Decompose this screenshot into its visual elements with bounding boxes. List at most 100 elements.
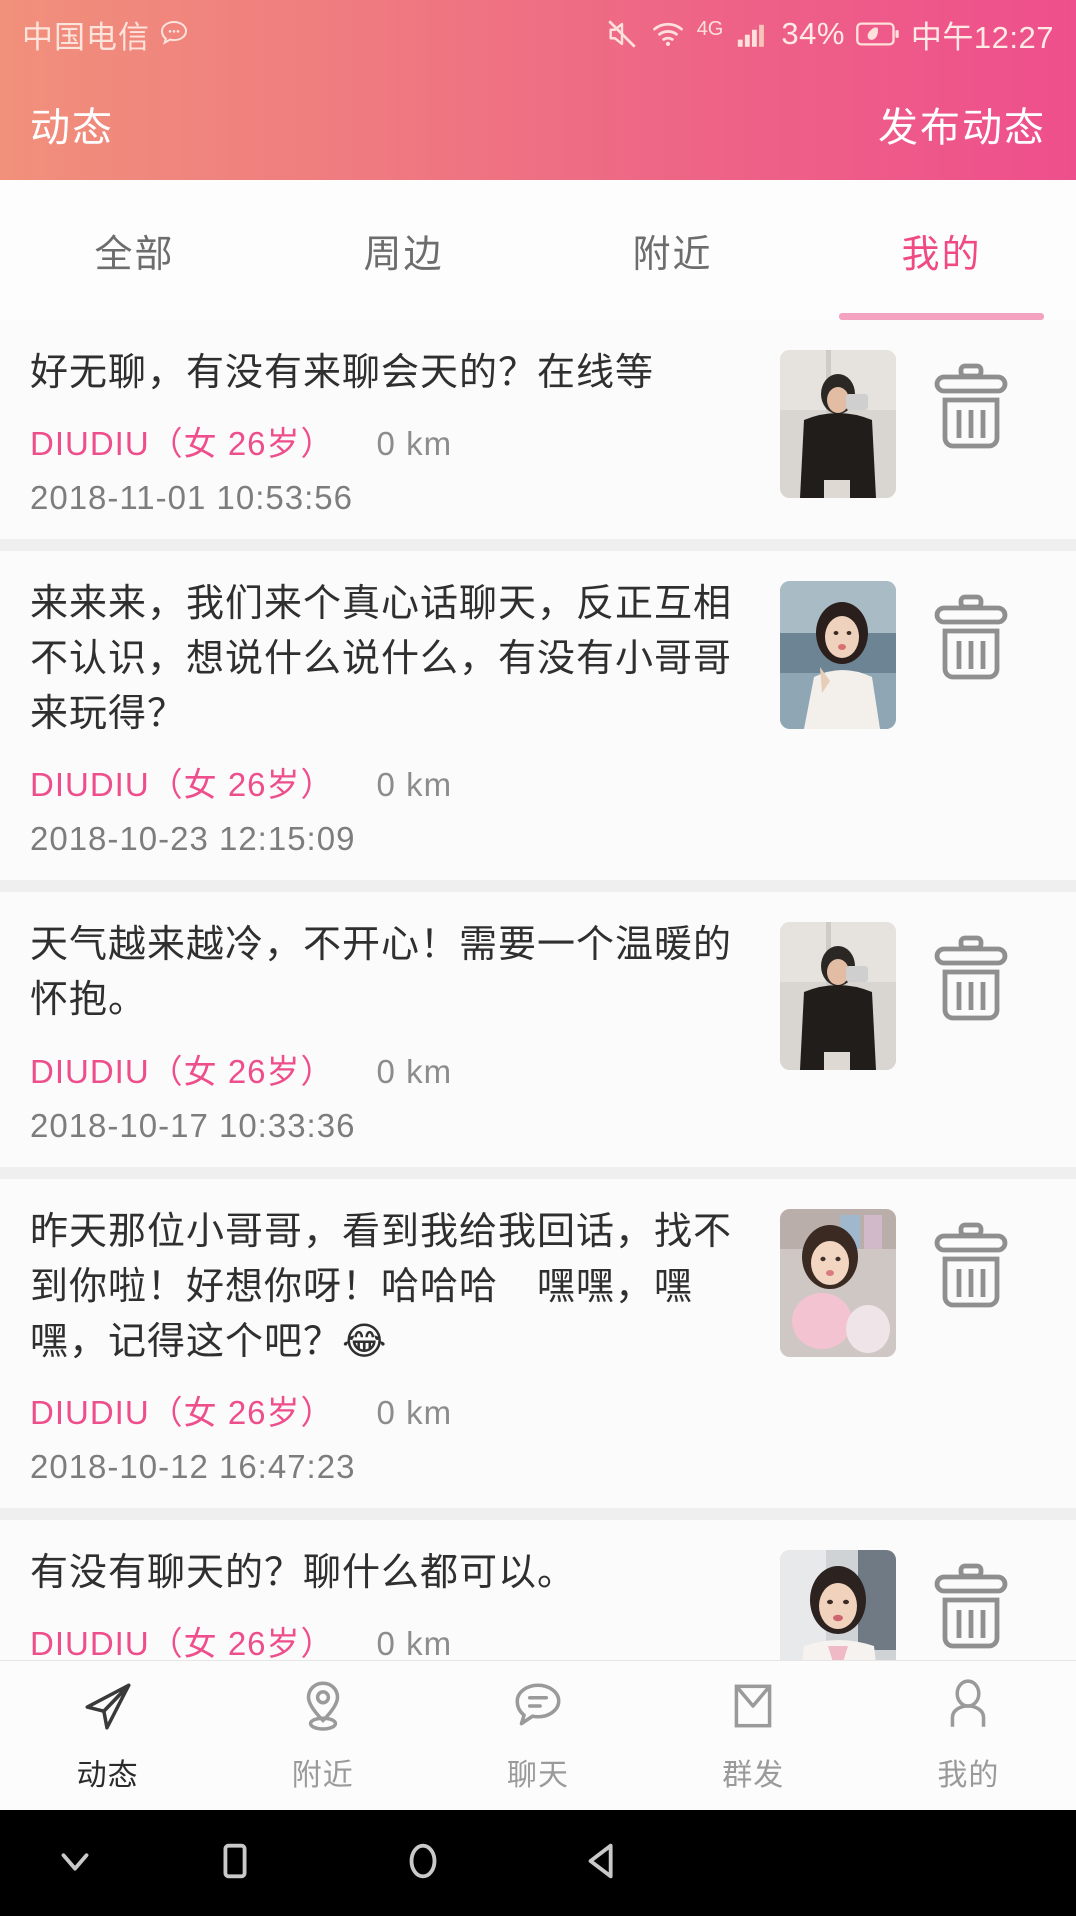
tab-mine[interactable]: 我的 bbox=[807, 180, 1076, 320]
nav-item-profile[interactable]: 我的 bbox=[861, 1677, 1076, 1794]
post-meta: DIUDIU（女 26岁） 0 km bbox=[30, 1045, 762, 1093]
post-thumbnail[interactable] bbox=[780, 1549, 896, 1660]
trash-icon bbox=[934, 1222, 1008, 1307]
tab-all[interactable]: 全部 bbox=[0, 180, 269, 320]
post-item[interactable]: 有没有聊天的？聊什么都可以。 DIUDIU（女 26岁） 0 km 2018-1… bbox=[0, 1519, 1076, 1660]
nav-item-chat-label: 聊天 bbox=[507, 1759, 569, 1792]
nav-item-moments-label: 动态 bbox=[76, 1759, 139, 1792]
nav-item-profile-label: 我的 bbox=[937, 1759, 1000, 1792]
post-author[interactable]: DIUDIU（女 26岁） bbox=[30, 417, 335, 465]
delete-post-button[interactable] bbox=[896, 577, 1046, 689]
tab-nearby-label: 附近 bbox=[632, 233, 713, 276]
post-distance: 0 km bbox=[376, 1052, 453, 1090]
tab-mine-label: 我的 bbox=[901, 233, 982, 276]
nav-item-moments[interactable]: 动态 bbox=[0, 1677, 215, 1794]
publish-post-button[interactable]: 发布动态 bbox=[878, 95, 1046, 153]
nav-item-nearby[interactable]: 附近 bbox=[215, 1677, 430, 1794]
delete-post-button[interactable] bbox=[896, 1546, 1046, 1658]
post-thumbnail[interactable] bbox=[780, 581, 896, 730]
android-system-nav-bar bbox=[0, 1810, 1076, 1916]
home-circle-icon bbox=[400, 1838, 446, 1889]
home-button[interactable] bbox=[400, 1838, 446, 1889]
post-content: 昨天那位小哥哥，看到我给我回话，找不到你啦！好想你呀！哈哈哈 嘿嘿，嘿嘿，记得这… bbox=[30, 1205, 780, 1486]
trash-icon bbox=[934, 363, 1008, 449]
post-thumbnail[interactable] bbox=[780, 350, 896, 498]
status-bar-left: 中国电信 bbox=[22, 12, 190, 57]
page-title: 动态 bbox=[30, 106, 114, 150]
app-root: 中国电信 4G 34% 中午12:27 动态 发布动态 全部 周边 附近 我的 … bbox=[0, 0, 1076, 1916]
post-author[interactable]: DIUDIU（女 26岁） bbox=[30, 1045, 335, 1093]
post-text: 好无聊，有没有来聊会天的？在线等 bbox=[30, 352, 655, 394]
mute-icon bbox=[605, 17, 639, 51]
title-bar: 动态 发布动态 bbox=[0, 68, 1076, 180]
post-item[interactable]: 来来来，我们来个真心话聊天，反正互相不认识，想说什么说什么，有没有小哥哥来玩得？… bbox=[0, 551, 1076, 893]
post-author[interactable]: DIUDIU（女 26岁） bbox=[30, 758, 335, 806]
hide-nav-button[interactable] bbox=[52, 1838, 98, 1889]
clock-label: 中午12:27 bbox=[910, 19, 1054, 55]
post-timestamp: 2018-10-23 12:15:09 bbox=[30, 820, 356, 858]
tab-all-label: 全部 bbox=[94, 233, 175, 276]
tab-around[interactable]: 周边 bbox=[269, 180, 538, 320]
battery-icon bbox=[856, 19, 900, 49]
back-button[interactable] bbox=[580, 1838, 626, 1889]
chevron-down-icon bbox=[52, 1838, 98, 1889]
post-item[interactable]: 昨天那位小哥哥，看到我给我回话，找不到你啦！好想你呀！哈哈哈 嘿嘿，嘿嘿，记得这… bbox=[0, 1178, 1076, 1520]
post-timestamp: 2018-10-12 16:47:23 bbox=[30, 1447, 356, 1485]
post-content: 天气越来越冷，不开心！需要一个温暖的怀抱。 DIUDIU（女 26岁） 0 km… bbox=[30, 918, 780, 1144]
post-content: 有没有聊天的？聊什么都可以。 DIUDIU（女 26岁） 0 km 2018-1… bbox=[30, 1546, 780, 1660]
post-distance: 0 km bbox=[376, 1624, 453, 1660]
trash-icon bbox=[934, 935, 1008, 1021]
post-text: 有没有聊天的？聊什么都可以。 bbox=[30, 1551, 577, 1594]
post-distance: 0 km bbox=[376, 425, 453, 463]
bottom-navigation-bar: 动态 附近 聊天 群发 我的 bbox=[0, 1660, 1076, 1810]
post-item[interactable]: 天气越来越冷，不开心！需要一个温暖的怀抱。 DIUDIU（女 26岁） 0 km… bbox=[0, 892, 1076, 1179]
post-text: 天气越来越冷，不开心！需要一个温暖的怀抱。 bbox=[30, 924, 733, 1022]
trash-icon bbox=[934, 594, 1008, 680]
post-content: 好无聊，有没有来聊会天的？在线等 DIUDIU（女 26岁） 0 km 2018… bbox=[30, 346, 780, 517]
nav-item-broadcast-label: 群发 bbox=[722, 1759, 785, 1792]
nav-item-broadcast[interactable]: 群发 bbox=[646, 1677, 861, 1794]
message-bubble-icon bbox=[158, 18, 190, 50]
post-meta: DIUDIU（女 26岁） 0 km bbox=[30, 1386, 762, 1434]
post-thumbnail[interactable] bbox=[780, 922, 896, 1071]
recents-button[interactable] bbox=[212, 1838, 258, 1889]
post-content: 来来来，我们来个真心话聊天，反正互相不认识，想说什么说什么，有没有小哥哥来玩得？… bbox=[30, 577, 780, 858]
category-tab-bar: 全部 周边 附近 我的 bbox=[0, 180, 1076, 320]
post-timestamp: 2018-11-01 10:53:56 bbox=[30, 479, 353, 517]
speech-bubble-icon bbox=[509, 1677, 567, 1740]
delete-post-button[interactable] bbox=[896, 1205, 1046, 1317]
network-type-label: 4G bbox=[696, 17, 724, 40]
paper-plane-icon bbox=[79, 1677, 137, 1740]
post-distance: 0 km bbox=[376, 766, 453, 804]
post-meta: DIUDIU（女 26岁） 0 km bbox=[30, 1617, 762, 1660]
post-author[interactable]: DIUDIU（女 26岁） bbox=[30, 1386, 335, 1434]
post-author[interactable]: DIUDIU（女 26岁） bbox=[30, 1617, 335, 1660]
delete-post-button[interactable] bbox=[896, 346, 1046, 458]
tab-around-label: 周边 bbox=[363, 233, 444, 276]
wifi-icon bbox=[650, 17, 686, 51]
location-pin-icon bbox=[294, 1677, 352, 1740]
post-text: 昨天那位小哥哥，看到我给我回话，找不到你啦！好想你呀！哈哈哈 嘿嘿，嘿嘿，记得这… bbox=[30, 1210, 733, 1363]
signal-bars-icon bbox=[734, 17, 770, 51]
status-bar-right: 4G 34% 中午12:27 bbox=[605, 12, 1054, 57]
person-icon bbox=[939, 1677, 997, 1740]
back-triangle-icon bbox=[580, 1838, 626, 1889]
battery-percent-label: 34% bbox=[781, 16, 845, 51]
recents-square-icon bbox=[212, 1838, 258, 1889]
tab-nearby[interactable]: 附近 bbox=[538, 180, 807, 320]
post-thumbnail[interactable] bbox=[780, 1208, 896, 1357]
post-meta: DIUDIU（女 26岁） 0 km bbox=[30, 758, 762, 806]
post-distance: 0 km bbox=[376, 1393, 453, 1431]
delete-post-button[interactable] bbox=[896, 918, 1046, 1030]
envelope-icon bbox=[724, 1677, 782, 1740]
carrier-label: 中国电信 bbox=[22, 19, 150, 55]
post-meta: DIUDIU（女 26岁） 0 km bbox=[30, 417, 762, 465]
status-bar: 中国电信 4G 34% 中午12:27 bbox=[0, 0, 1076, 68]
nav-item-nearby-label: 附近 bbox=[291, 1759, 354, 1792]
nav-item-chat[interactable]: 聊天 bbox=[430, 1677, 645, 1794]
post-item[interactable]: 好无聊，有没有来聊会天的？在线等 DIUDIU（女 26岁） 0 km 2018… bbox=[0, 320, 1076, 552]
post-feed-list[interactable]: 好无聊，有没有来聊会天的？在线等 DIUDIU（女 26岁） 0 km 2018… bbox=[0, 320, 1076, 1660]
trash-icon bbox=[934, 1563, 1008, 1649]
post-timestamp: 2018-10-17 10:33:36 bbox=[30, 1106, 356, 1144]
post-text: 来来来，我们来个真心话聊天，反正互相不认识，想说什么说什么，有没有小哥哥来玩得？ bbox=[30, 583, 733, 736]
